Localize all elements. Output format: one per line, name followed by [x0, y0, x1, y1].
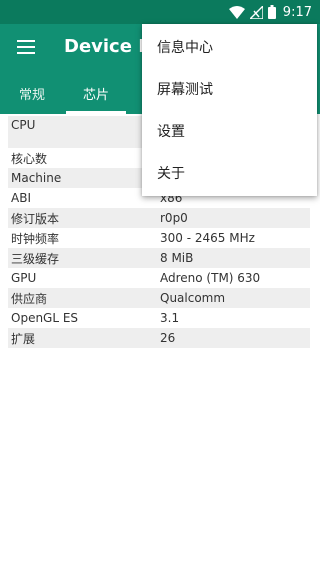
row-key: GPU	[11, 271, 37, 285]
row-value: Adreno (TM) 630	[160, 271, 261, 285]
status-bar: 9:17	[0, 0, 320, 24]
table-row: GPU Adreno (TM) 630	[8, 268, 310, 288]
row-key: 供应商	[11, 291, 48, 306]
row-value: Qualcomm	[160, 291, 226, 305]
menu-item-settings[interactable]: 设置	[142, 110, 317, 152]
row-value: 8 MiB	[160, 251, 194, 265]
battery-icon	[267, 5, 276, 19]
row-value: 26	[160, 331, 176, 345]
tab-general[interactable]: 常规	[0, 72, 64, 114]
menu-item-info-center[interactable]: 信息中心	[142, 26, 317, 68]
screen: 9:17 Device Info 常规 芯片 CPU 核心数 Machine A…	[0, 0, 320, 569]
row-value: 3.1	[160, 311, 180, 325]
signal-icon	[249, 5, 263, 19]
wifi-icon	[228, 5, 245, 19]
table-row: 三级缓存 8 MiB	[8, 248, 310, 268]
status-icons: 9:17	[228, 3, 312, 21]
tab-chip[interactable]: 芯片	[64, 72, 128, 114]
table-row: 供应商 Qualcomm	[8, 288, 310, 308]
table-row: 扩展 26	[8, 328, 310, 348]
row-key: 修订版本	[11, 211, 60, 226]
table-row: 修订版本 r0p0	[8, 208, 310, 228]
row-key: CPU	[11, 118, 36, 132]
row-value: r0p0	[160, 211, 188, 225]
row-key: 扩展	[11, 331, 36, 346]
row-key: 三级缓存	[11, 251, 60, 266]
row-key: Machine	[11, 171, 62, 185]
menu-button[interactable]	[8, 30, 44, 66]
status-time: 9:17	[282, 4, 312, 20]
table-row: 时钟频率 300 - 2465 MHz	[8, 228, 310, 248]
menu-item-screen-test[interactable]: 屏幕测试	[142, 68, 317, 110]
menu-icon	[17, 39, 35, 58]
row-key: ABI	[11, 191, 31, 205]
menu-item-about[interactable]: 关于	[142, 152, 317, 194]
row-value: 300 - 2465 MHz	[160, 231, 255, 245]
overflow-menu: 信息中心 屏幕测试 设置 关于	[142, 24, 317, 196]
row-key: 核心数	[11, 151, 48, 166]
table-row: OpenGL ES 3.1	[8, 308, 310, 328]
row-key: OpenGL ES	[11, 311, 79, 325]
tab-indicator	[66, 111, 126, 114]
row-key: 时钟频率	[11, 231, 60, 246]
